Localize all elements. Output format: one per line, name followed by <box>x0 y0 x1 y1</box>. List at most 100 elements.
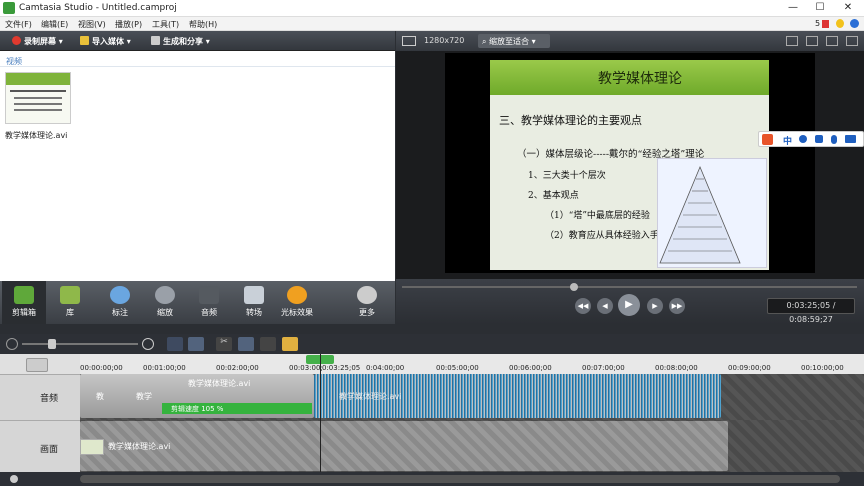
moon-icon[interactable] <box>799 135 807 143</box>
zoom-slider[interactable] <box>22 343 138 345</box>
tick-label: 00:10:00;00 <box>801 364 844 372</box>
tab-more[interactable]: 更多 <box>345 281 389 324</box>
crop-icon[interactable] <box>786 36 798 46</box>
tick-label: 00:06:00;00 <box>509 364 552 372</box>
import-media-button[interactable]: 导入媒体 ▾ <box>80 36 131 47</box>
slide-line: 2、基本观点 <box>528 191 579 201</box>
menu-play[interactable]: 播放(P) <box>115 19 142 30</box>
tab-transitions[interactable]: 转场 <box>232 281 276 324</box>
ime-toolbar[interactable]: 中 <box>758 131 864 147</box>
audio-track-label: 音频 <box>40 394 59 404</box>
tab-cursor-effects[interactable]: 光标效果 <box>274 281 320 324</box>
slide-title: 教学媒体理论 <box>598 71 682 87</box>
tick-label: 00:05:00;00 <box>436 364 479 372</box>
ime-language[interactable]: 中 <box>783 134 792 147</box>
help-icon[interactable] <box>850 19 859 28</box>
resolution-label[interactable]: 1280x720 <box>424 36 464 45</box>
tab-callouts[interactable]: 标注 <box>98 281 142 324</box>
tick-label: 00:00:00;00 <box>80 364 123 372</box>
menu-file[interactable]: 文件(F) <box>5 19 32 30</box>
divider <box>0 66 395 67</box>
time-display: 0:03:25;05 / 0:08:59;27 <box>767 298 855 324</box>
clip-toolbar: 录制屏幕 ▾ 导入媒体 ▾ 生成和分享 ▾ <box>0 31 395 51</box>
settings-icon[interactable] <box>846 36 858 46</box>
menu-help[interactable]: 帮助(H) <box>189 19 217 30</box>
library-icon <box>60 286 80 304</box>
play-button[interactable]: ▶ <box>618 294 640 316</box>
clip-label: 教 <box>96 392 104 401</box>
tab-zoom[interactable]: 缩放 <box>143 281 187 324</box>
slide-line: （1）“塔”中最底层的经验 <box>545 211 650 221</box>
close-button[interactable]: ✕ <box>838 1 858 15</box>
split-icon[interactable] <box>238 337 254 351</box>
folder-icon <box>80 36 89 45</box>
seek-bar[interactable] <box>402 286 857 288</box>
zoom-slider-handle[interactable] <box>48 339 56 349</box>
flag-icon[interactable] <box>822 20 829 28</box>
track-headers: 音频 画面 <box>0 354 80 486</box>
fullscreen-icon[interactable] <box>826 36 838 46</box>
canvas-size-icon[interactable] <box>402 36 416 46</box>
tab-audio[interactable]: 音频 <box>187 281 231 324</box>
record-screen-button[interactable]: 录制屏幕 ▾ <box>12 36 63 47</box>
zoom-in-icon[interactable] <box>142 338 154 350</box>
video-clip[interactable] <box>80 421 728 471</box>
redo-icon[interactable] <box>188 337 204 351</box>
zoom-out-icon[interactable] <box>6 338 18 350</box>
scrollbar-thumb[interactable] <box>80 475 840 483</box>
panel-divider[interactable] <box>0 324 864 334</box>
detach-icon[interactable] <box>806 36 818 46</box>
camtasia-app-icon <box>3 2 15 14</box>
lightbulb-icon[interactable] <box>836 19 844 28</box>
tab-clip-bin[interactable]: 剪辑箱 <box>2 281 46 324</box>
sogou-logo-icon <box>762 134 773 145</box>
gear-icon[interactable] <box>26 358 48 372</box>
copy-icon[interactable] <box>260 337 276 351</box>
paste-icon[interactable] <box>282 337 298 351</box>
clip-label: 教学媒体理论.avi <box>188 379 251 388</box>
timeline-scrollbar[interactable] <box>0 472 864 486</box>
fast-forward-icon[interactable]: ▶ <box>647 298 663 314</box>
video-clip-thumbnail <box>80 439 104 455</box>
clip-thumbnail[interactable] <box>5 72 71 124</box>
title-bar: Camtasia Studio - Untitled.camproj — ☐ ✕ <box>0 0 864 17</box>
menu-edit[interactable]: 编辑(E) <box>41 19 68 30</box>
notification-count: 5 <box>815 19 821 28</box>
menu-view[interactable]: 视图(V) <box>78 19 106 30</box>
cursor-effect-icon <box>287 286 307 304</box>
seek-handle[interactable] <box>570 283 578 291</box>
slide-line: （2）教育应从具体经验入手 <box>545 231 659 241</box>
rewind-icon[interactable]: ◀ <box>597 298 613 314</box>
clip-speed-bar[interactable]: 剪辑速度 105 % <box>162 403 312 414</box>
record-icon <box>12 36 21 45</box>
menu-bar: 文件(F) 编辑(E) 视图(V) 播放(P) 工具(T) 帮助(H) 5 <box>0 17 864 31</box>
punctuation-icon[interactable] <box>815 135 823 143</box>
produce-share-button[interactable]: 生成和分享 ▾ <box>151 36 210 47</box>
task-tabs: 剪辑箱 库 标注 缩放 音频 转场 光标效果 更多 <box>0 281 395 324</box>
cut-icon[interactable]: ✂ <box>216 337 232 351</box>
skip-forward-icon[interactable]: ▶▶ <box>669 298 685 314</box>
film-icon <box>151 36 160 45</box>
tick-label: 00:09:00;00 <box>728 364 771 372</box>
minimize-button[interactable]: — <box>783 1 803 15</box>
search-icon: ⌕ <box>482 37 490 46</box>
microphone-icon[interactable] <box>831 135 837 144</box>
clip-label: 教学媒体理论.avi <box>339 392 402 401</box>
maximize-button[interactable]: ☐ <box>810 1 830 15</box>
skip-back-icon[interactable]: ◀◀ <box>575 298 591 314</box>
keyboard-icon[interactable] <box>845 135 856 143</box>
timeline-toolbar: ✂ <box>0 334 864 354</box>
slide-line: 1、三大类十个层次 <box>528 171 606 181</box>
zoom-dropdown[interactable]: ⌕ 缩放至适合 ▾ <box>478 34 550 48</box>
tab-library[interactable]: 库 <box>48 281 92 324</box>
speaker-icon <box>199 286 219 304</box>
tick-label: 00:02:00;00 <box>216 364 259 372</box>
video-track-label: 画面 <box>40 445 59 455</box>
undo-icon[interactable] <box>167 337 183 351</box>
speech-bubble-icon <box>110 286 130 304</box>
clip-label: 教学 <box>136 392 152 401</box>
magnifier-icon <box>155 286 175 304</box>
menu-tools[interactable]: 工具(T) <box>152 19 179 30</box>
track-height-handle[interactable] <box>10 475 18 483</box>
film-strip-icon <box>14 286 34 304</box>
